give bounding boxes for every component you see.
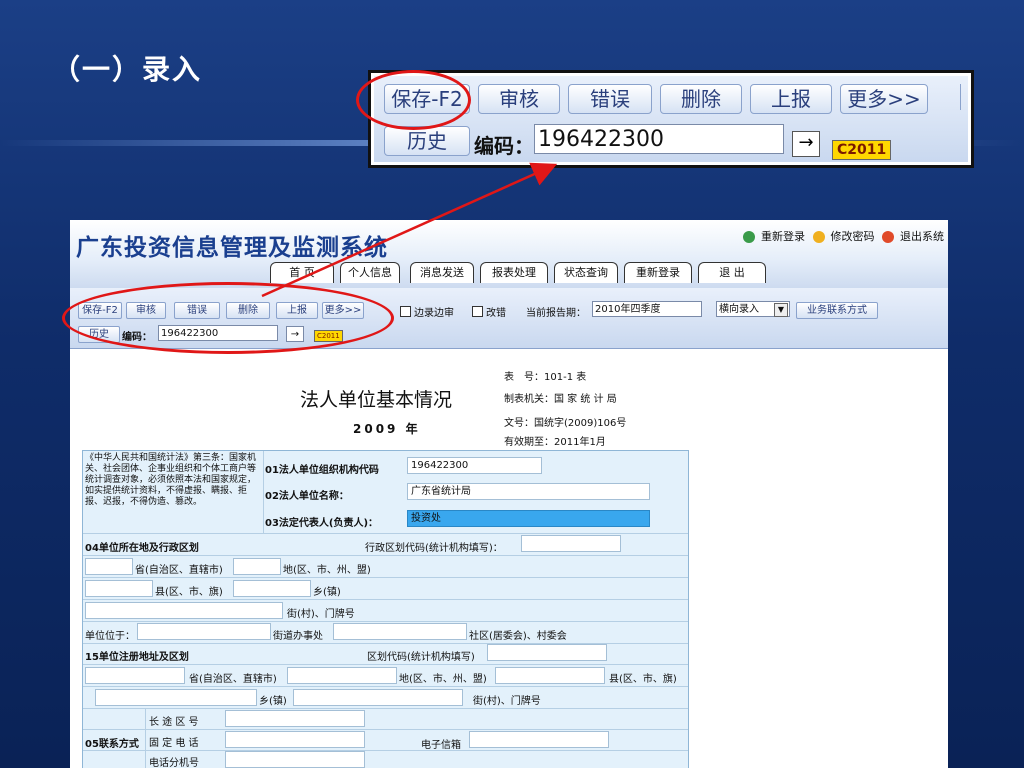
annotation-arrow bbox=[261, 162, 558, 298]
